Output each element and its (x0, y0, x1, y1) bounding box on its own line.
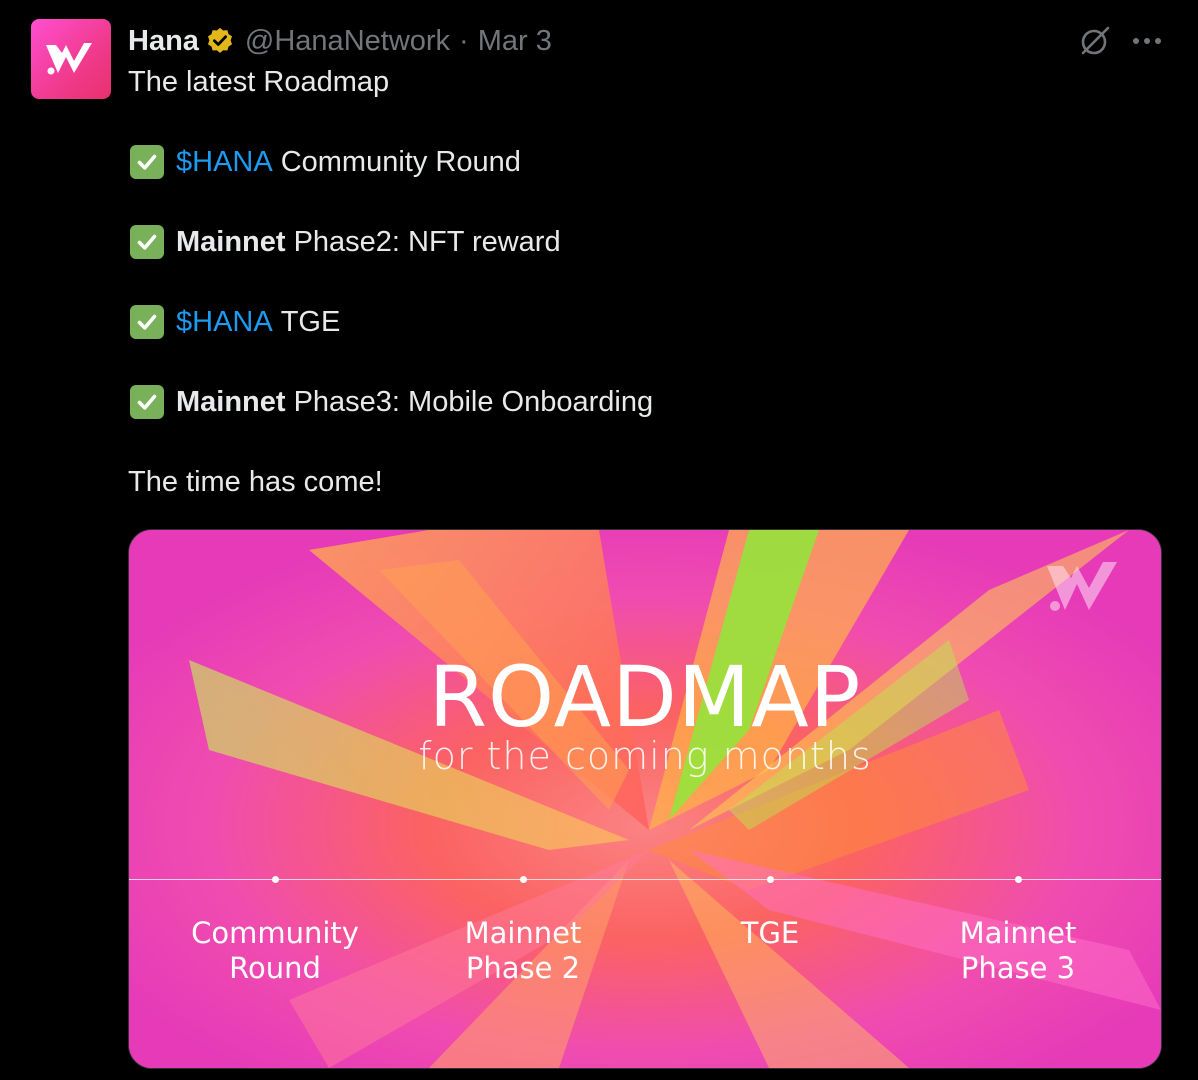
roadmap-item: Mainnet Phase3: Mobile Onboarding (128, 382, 1168, 422)
avatar[interactable] (31, 19, 111, 99)
hana-w-logo-icon (46, 43, 92, 75)
check-mark-icon (130, 305, 164, 339)
tweet-intro: The latest Roadmap (128, 66, 390, 98)
milestone-mainnet-phase-2: Mainnet Phase 2 (413, 876, 633, 986)
tweet-text: The latest Roadmap $HANA Community Round… (128, 62, 1168, 502)
tweet-actions-top (1078, 24, 1162, 58)
roadmap-item-bold: Mainnet (176, 386, 286, 418)
cashtag-link[interactable]: $HANA (176, 142, 273, 182)
milestone-node (766, 876, 774, 883)
milestone-label: TGE (740, 916, 800, 950)
tweet: Hana @HanaNetwork · Mar 3 The latest Roa… (0, 0, 1198, 1080)
author-display-name[interactable]: Hana (128, 25, 199, 58)
author-handle[interactable]: @HanaNetwork (245, 25, 450, 58)
milestone-label: Mainnet Phase 2 (464, 916, 582, 985)
tweet-outro: The time has come! (128, 466, 383, 498)
milestone-node (519, 876, 527, 883)
header-separator: · (459, 24, 469, 57)
check-mark-icon (130, 145, 164, 179)
milestone-mainnet-phase-3: Mainnet Phase 3 (908, 876, 1128, 986)
cashtag-link[interactable]: $HANA (176, 302, 273, 342)
tweet-media-image[interactable]: ROADMAP for the coming months Community … (128, 529, 1162, 1069)
verified-badge-icon[interactable] (205, 26, 235, 56)
tweet-header: Hana @HanaNetwork · Mar 3 (128, 22, 552, 60)
roadmap-item: $HANA TGE (128, 302, 1168, 342)
milestone-label: Community Round (191, 916, 359, 985)
check-mark-icon (130, 225, 164, 259)
roadmap-subtitle: for the coming months (418, 734, 872, 778)
milestone-community-round: Community Round (165, 876, 385, 986)
roadmap-item-text: Phase2: NFT reward (293, 226, 561, 258)
roadmap-item-text: TGE (280, 306, 341, 338)
roadmap-background-art (129, 530, 1161, 1068)
check-mark-icon (130, 385, 164, 419)
milestone-tge: TGE (660, 876, 880, 951)
tweet-date[interactable]: Mar 3 (478, 25, 552, 58)
roadmap-item-text: Phase3: Mobile Onboarding (293, 386, 654, 418)
hana-watermark-logo-icon (1047, 562, 1117, 611)
milestone-node (1014, 876, 1022, 883)
roadmap-item: Mainnet Phase2: NFT reward (128, 222, 1168, 262)
grok-icon[interactable] (1078, 24, 1112, 58)
milestone-node (271, 876, 279, 883)
roadmap-item: $HANA Community Round (128, 142, 1168, 182)
milestone-label: Mainnet Phase 3 (959, 916, 1077, 985)
more-dots-icon[interactable] (1132, 36, 1162, 46)
roadmap-title: ROADMAP (428, 648, 862, 746)
roadmap-item-text: Community Round (280, 146, 521, 178)
roadmap-item-bold: Mainnet (176, 226, 286, 258)
